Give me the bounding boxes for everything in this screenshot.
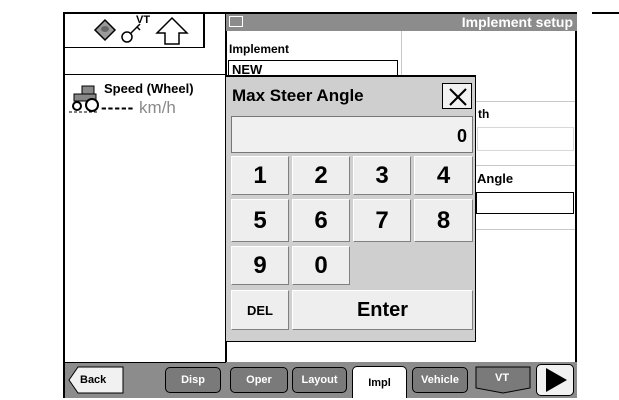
up-arrow-icon[interactable] — [155, 16, 189, 46]
vt-badge: VT — [136, 14, 151, 26]
frame-edge — [592, 12, 619, 14]
form-divider — [476, 165, 575, 166]
key-3[interactable]: 3 — [353, 156, 411, 195]
icon-cell-empty — [65, 14, 92, 48]
key-9[interactable]: 9 — [231, 246, 289, 285]
tractor-icon — [69, 85, 99, 113]
keypad-display: 0 — [231, 116, 473, 153]
speed-unit: km/h — [139, 98, 176, 117]
back-label: Back — [80, 374, 107, 386]
width-field[interactable] — [477, 127, 574, 151]
steer-angle-label: Angle — [477, 171, 514, 186]
close-button[interactable] — [442, 83, 472, 109]
key-5[interactable]: 5 — [231, 199, 289, 242]
speed-label: Speed (Wheel) — [104, 81, 194, 96]
screen-icon — [229, 16, 243, 27]
bar-edge — [65, 362, 226, 363]
implement-field[interactable]: NEW — [228, 60, 398, 76]
keypad-title: Max Steer Angle — [232, 86, 364, 105]
key-7[interactable]: 7 — [353, 199, 411, 242]
tab-vt[interactable]: VT — [495, 372, 509, 384]
tab-impl[interactable]: Impl — [352, 366, 407, 398]
tractor-card-icon — [93, 18, 117, 42]
page-title-bar: Implement setup — [226, 14, 577, 31]
enter-button[interactable]: Enter — [292, 290, 473, 330]
grid-divider — [204, 14, 205, 48]
speed-readout: ----- km/h — [101, 98, 176, 118]
key-0[interactable]: 0 — [292, 246, 350, 285]
play-arrow-icon — [546, 368, 567, 392]
key-8[interactable]: 8 — [414, 199, 473, 242]
status-icon-row — [65, 48, 226, 75]
delete-button[interactable]: DEL — [231, 290, 289, 330]
page-title: Implement setup — [461, 14, 573, 30]
implement-value: NEW — [232, 62, 263, 76]
tab-vehicle[interactable]: Vehicle — [412, 367, 468, 393]
width-label: th — [478, 107, 490, 121]
tab-oper[interactable]: Oper — [230, 367, 288, 393]
keypad-display-value: 0 — [456, 126, 467, 146]
speed-value: ----- — [101, 98, 135, 117]
form-divider — [476, 229, 575, 230]
next-page-button[interactable] — [536, 364, 574, 396]
key-1[interactable]: 1 — [231, 156, 289, 195]
key-2[interactable]: 2 — [292, 156, 350, 195]
close-icon — [449, 88, 467, 106]
key-6[interactable]: 6 — [292, 199, 350, 242]
key-4[interactable]: 4 — [414, 156, 473, 195]
tab-layout[interactable]: Layout — [292, 367, 347, 393]
tab-disp[interactable]: Disp — [165, 367, 221, 393]
steer-angle-field[interactable] — [476, 192, 574, 214]
form-divider — [476, 101, 575, 102]
implement-label: Implement — [229, 42, 290, 56]
